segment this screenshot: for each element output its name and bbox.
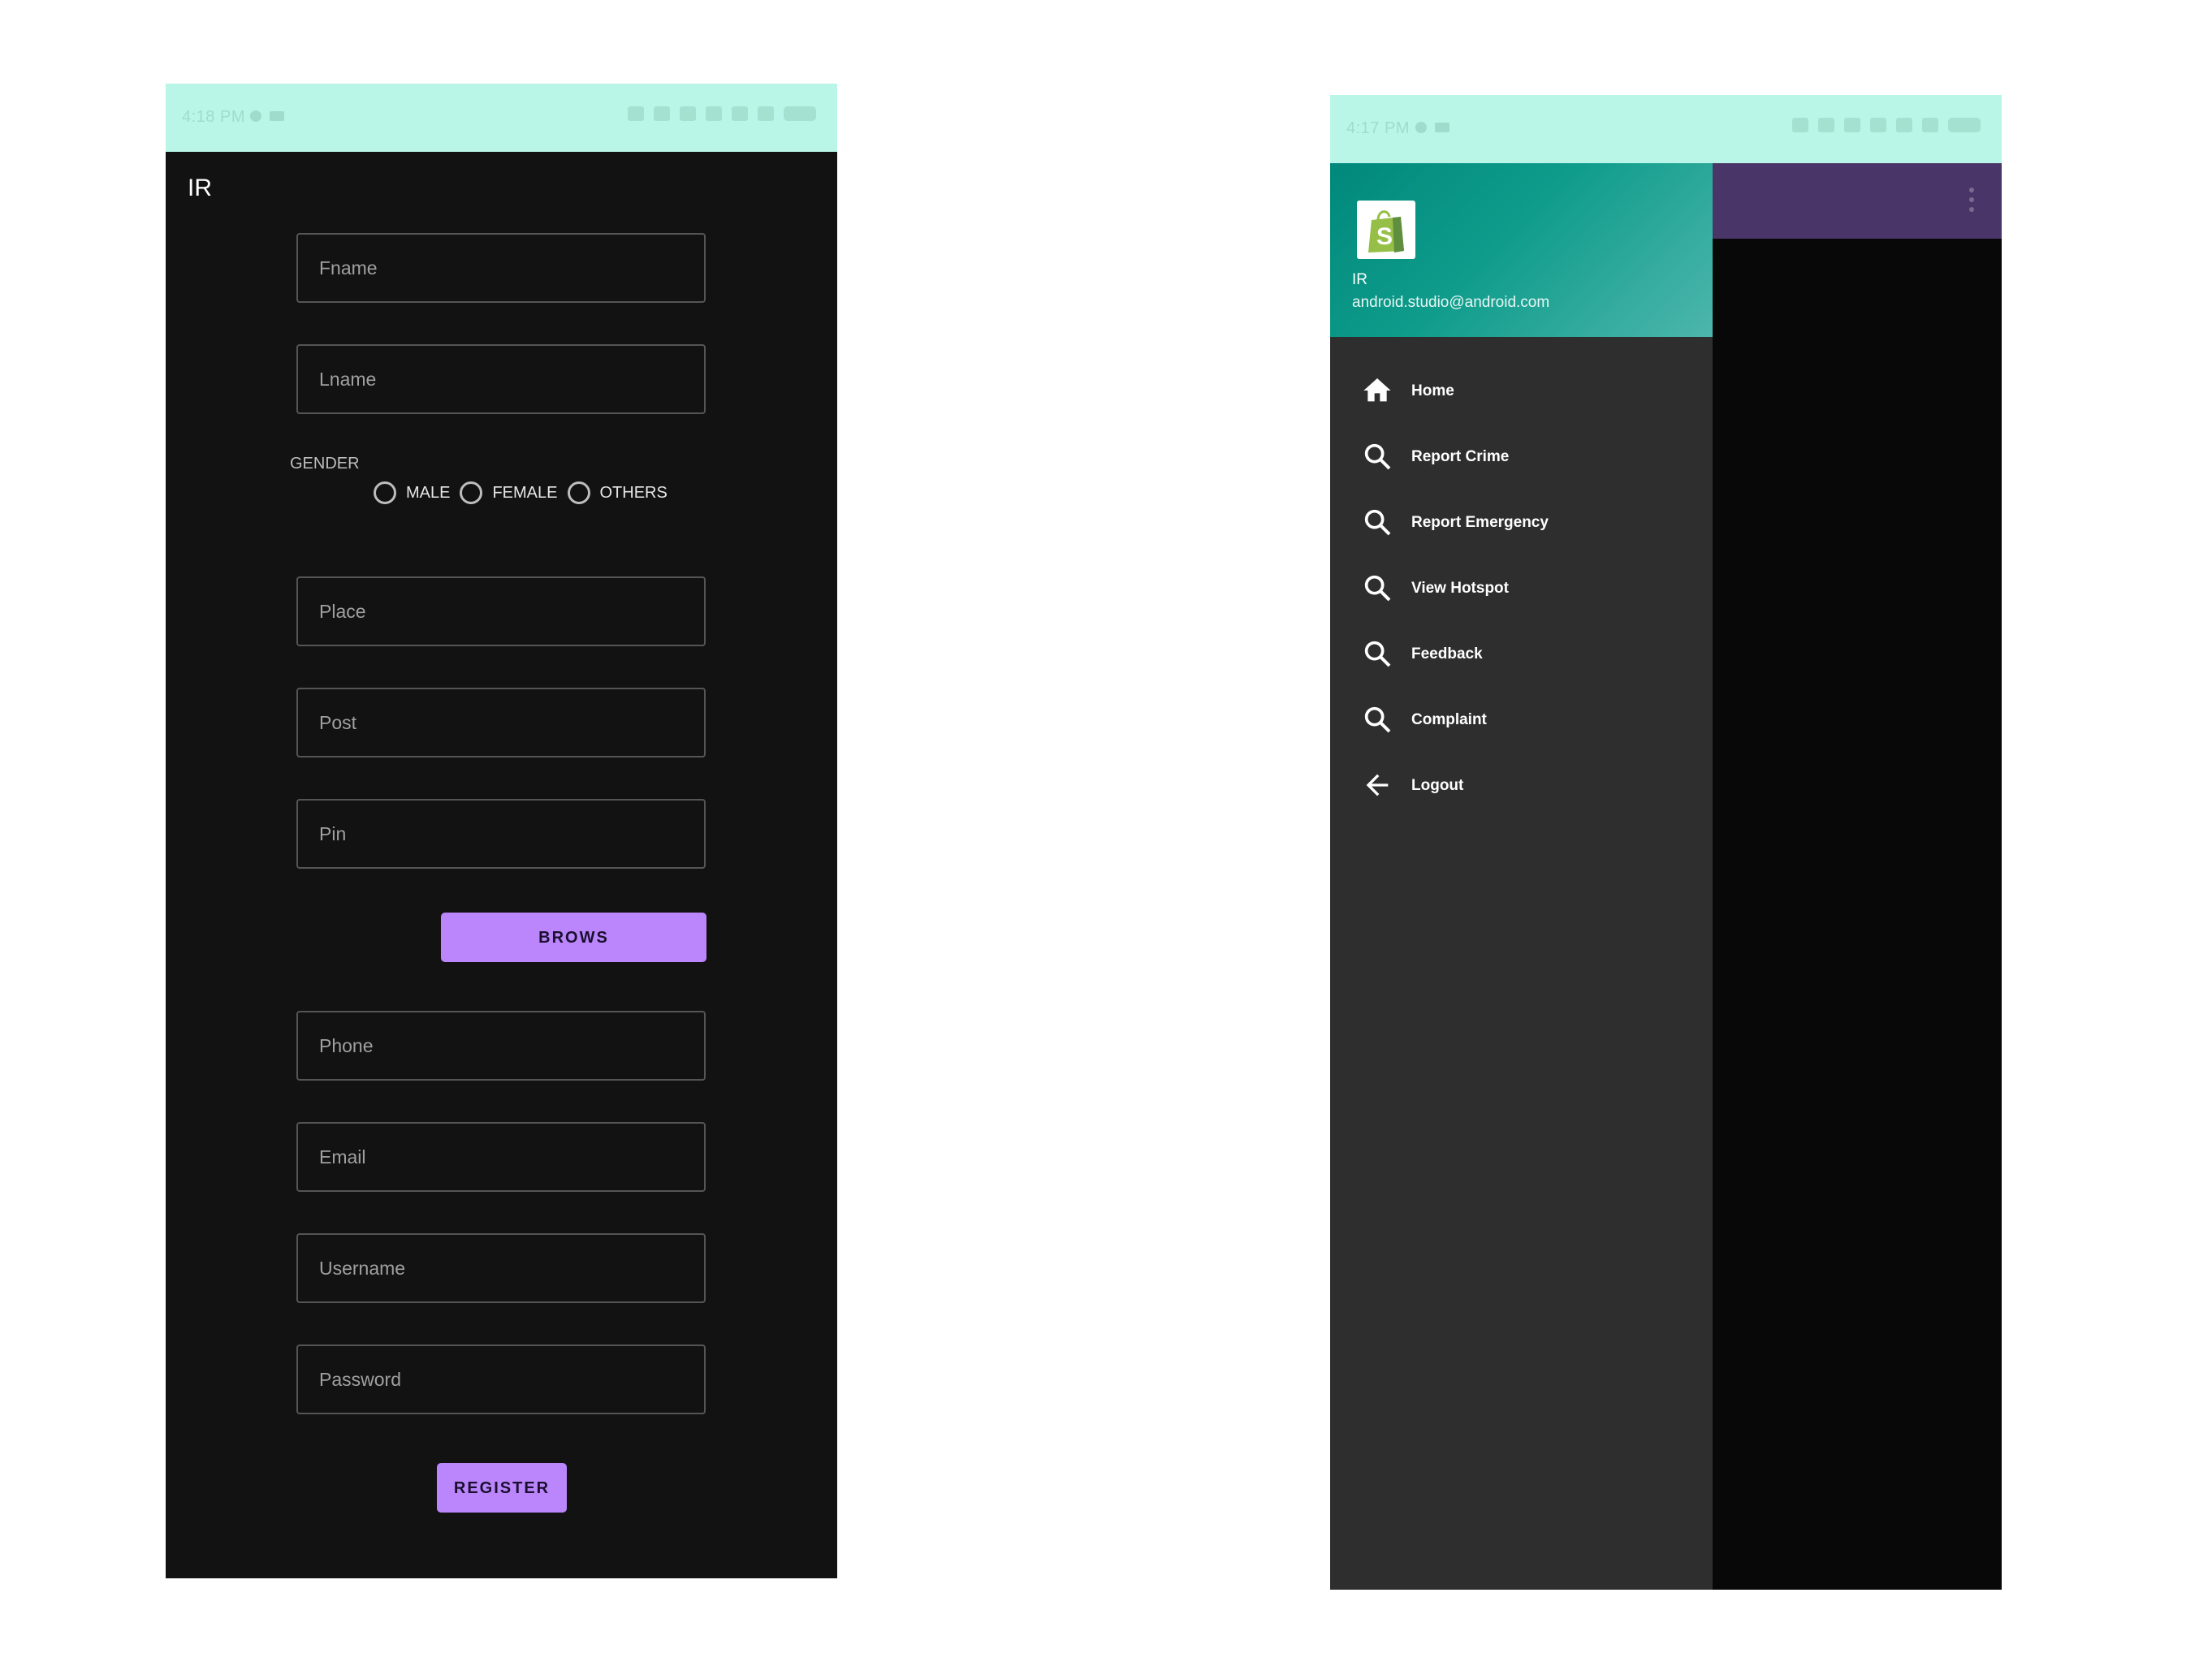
fname-input[interactable] [298,235,704,301]
signal-icon [1922,118,1938,132]
network-icon [706,106,722,121]
radio-label: MALE [406,483,451,502]
signal-icon [758,106,774,121]
menu-item-report-crime[interactable]: Report Crime [1330,424,1713,490]
notification-icons [1415,118,1458,136]
menu-item-logout[interactable]: Logout [1330,753,1713,818]
pin-field[interactable] [296,799,706,869]
drawer-header: S IR android.studio@android.com [1330,163,1713,337]
menu-item-label: Home [1411,382,1454,399]
drawer-user-name: IR [1352,271,1367,288]
network-icon [680,106,696,121]
more-vert-icon[interactable] [1969,188,1976,212]
network-icon [1844,118,1860,132]
username-field[interactable] [296,1233,706,1303]
fname-field[interactable] [296,233,706,303]
menu-item-complaint[interactable]: Complaint [1330,687,1713,753]
menu-item-label: Report Crime [1411,447,1510,465]
lname-input[interactable] [298,346,704,412]
drawer-user-email: android.studio@android.com [1352,294,1550,311]
menu-item-label: Complaint [1411,710,1487,728]
signal-icon [1792,118,1808,132]
wifi-icon [654,106,670,121]
search-icon [1364,443,1391,470]
signal-icon [628,106,644,121]
shopping-bag-icon: S [1357,201,1415,259]
status-time: 4:18 PM [182,108,245,126]
gender-female-radio[interactable]: FEMALE [460,481,558,504]
email-input[interactable] [298,1124,704,1190]
app-title: IR [188,175,212,201]
place-input[interactable] [298,578,704,645]
phone-field[interactable] [296,1011,706,1081]
system-status-icons [628,106,816,121]
navigation-drawer-screen: 4:17 PM S IR android.studio@android.com … [1330,95,2002,1590]
search-icon [1364,706,1391,733]
radio-circle-icon[interactable] [567,481,590,504]
menu-item-view-hotspot[interactable]: View Hotspot [1330,555,1713,621]
register-button[interactable]: REGISTER [437,1463,567,1513]
radio-label: FEMALE [492,483,558,502]
post-input[interactable] [298,689,704,756]
home-icon [1363,378,1391,402]
registration-screen: 4:18 PM IR GENDER MALE FEMALE OTHERS [166,84,837,1578]
radio-circle-icon[interactable] [460,481,483,504]
network-icon [732,106,748,121]
battery-icon [1948,118,1981,132]
menu-item-label: Report Emergency [1411,513,1549,531]
search-icon [1364,641,1391,667]
post-field[interactable] [296,688,706,757]
arrow-back-icon [1366,774,1389,796]
menu-item-report-emergency[interactable]: Report Emergency [1330,490,1713,555]
menu-item-label: View Hotspot [1411,579,1509,597]
status-time: 4:17 PM [1346,119,1410,137]
network-icon [1896,118,1912,132]
svg-text:S: S [1376,223,1393,250]
menu-item-label: Feedback [1411,645,1483,663]
brows-button[interactable]: BROWS [441,913,706,962]
system-status-icons [1792,118,1981,132]
email-field[interactable] [296,1122,706,1192]
network-icon [1870,118,1886,132]
phone-input[interactable] [298,1012,704,1079]
menu-item-home[interactable]: Home [1330,358,1713,424]
gender-label: GENDER [290,455,360,473]
status-bar: 4:18 PM [166,84,837,152]
status-bar: 4:17 PM [1330,95,2002,163]
menu-item-feedback[interactable]: Feedback [1330,621,1713,687]
place-field[interactable] [296,576,706,646]
search-icon [1364,509,1391,536]
drawer-menu: Home Report Crime Report Emergency View … [1330,358,1713,818]
menu-item-label: Logout [1411,776,1464,794]
gender-male-radio[interactable]: MALE [374,481,450,504]
password-field[interactable] [296,1344,706,1414]
lname-field[interactable] [296,344,706,414]
battery-icon [784,106,816,121]
username-input[interactable] [298,1235,704,1301]
search-icon [1364,575,1391,602]
gender-others-radio[interactable]: OTHERS [567,481,667,504]
password-input[interactable] [298,1346,704,1413]
gender-radio-group: MALE FEMALE OTHERS [374,481,677,504]
wifi-icon [1818,118,1834,132]
pin-input[interactable] [298,801,704,867]
radio-label: OTHERS [599,483,667,502]
radio-circle-icon[interactable] [374,481,396,504]
notification-icons [250,106,292,125]
nav-drawer: S IR android.studio@android.com Home Rep… [1330,163,1713,1590]
